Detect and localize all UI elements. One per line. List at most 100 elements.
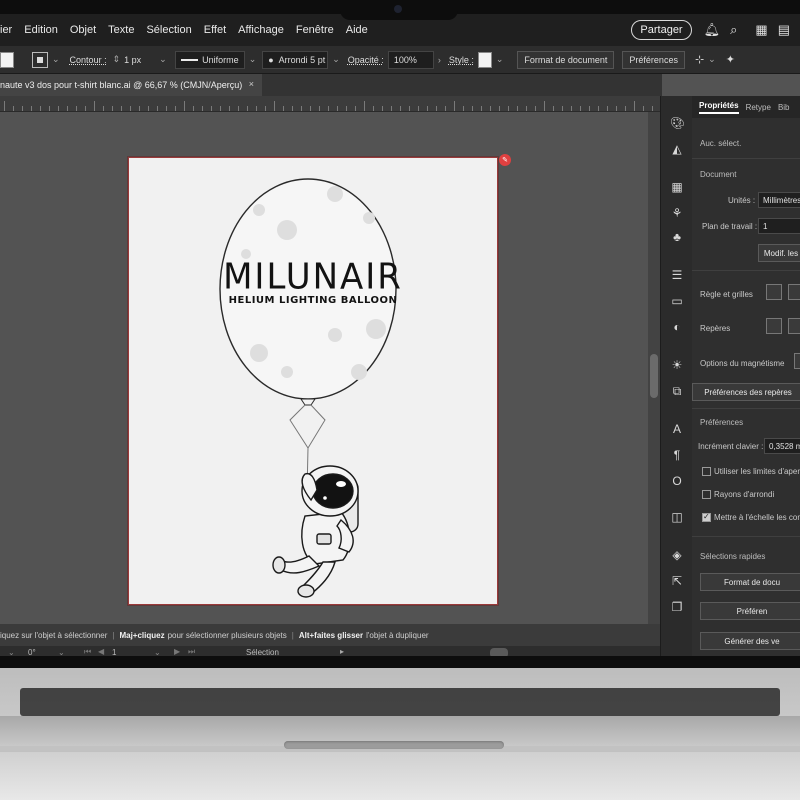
transform-icon[interactable]: ✦ (726, 53, 735, 66)
crater (277, 220, 297, 240)
search-icon[interactable]: ⌕ (730, 22, 737, 38)
snap-icon[interactable] (794, 353, 800, 369)
artboard[interactable]: MILUNAIR HELIUM LIGHTING BALLOON (128, 157, 498, 605)
stroke-width-value[interactable]: 1 px (124, 55, 141, 65)
character-icon[interactable]: A (670, 422, 684, 436)
units-select[interactable]: Millimètres (758, 192, 800, 208)
opacity-field[interactable]: 100% (387, 50, 434, 69)
pathfinder-icon[interactable]: ◫ (670, 510, 684, 524)
preview-bounds-checkbox[interactable] (702, 467, 711, 476)
balloon-string-right (307, 404, 326, 449)
stroke-swatch[interactable] (32, 51, 48, 68)
quick-generate-button[interactable]: Générer des ve (700, 632, 800, 650)
arrange-icon[interactable]: ▤ (778, 22, 790, 38)
rotation-dropdown-icon[interactable]: ⌄ (8, 648, 15, 656)
rounded-corners-checkbox[interactable] (702, 490, 711, 499)
close-icon[interactable]: × (249, 79, 254, 89)
gradient-icon[interactable]: ◭ (670, 142, 684, 156)
stroke-panel-icon[interactable]: ☰ (670, 268, 684, 282)
lock-guides-icon[interactable] (788, 318, 800, 334)
previous-artboard-icon[interactable]: ◀ (98, 647, 104, 656)
last-artboard-icon[interactable]: ⏭ (188, 647, 195, 656)
symbols-icon[interactable]: ♣ (670, 230, 684, 244)
opacity-arrow-icon[interactable]: › (438, 55, 441, 65)
menu-view[interactable]: Affichage (238, 24, 284, 36)
align-icon[interactable]: ⊹ (695, 53, 704, 66)
preferences-button[interactable]: Préférences (622, 50, 685, 69)
artboard-field[interactable]: 1 (758, 218, 800, 234)
tool-menu-arrow-icon[interactable]: ▸ (340, 647, 344, 656)
horizontal-ruler[interactable] (0, 96, 660, 112)
horizontal-scroll-thumb[interactable] (490, 648, 508, 656)
quick-preferences-button[interactable]: Préféren (700, 602, 800, 620)
color-palette-icon[interactable]: 🎨︎ (670, 116, 685, 130)
artboard-number[interactable]: 1 (112, 648, 116, 656)
grid-icon[interactable] (788, 284, 800, 300)
fill-swatch[interactable] (0, 51, 14, 68)
opentype-icon[interactable]: O (670, 474, 684, 488)
astronaut-boot-left (272, 556, 286, 574)
artboard-dropdown-icon[interactable]: ⌄ (154, 648, 161, 656)
show-guides-icon[interactable] (766, 318, 782, 334)
ruler-tick (544, 101, 545, 111)
document-setup-button[interactable]: Format de document (517, 50, 615, 69)
canvas[interactable]: MILUNAIR HELIUM LIGHTING BALLOON ✎ (0, 112, 660, 624)
style-label[interactable]: Style : (449, 55, 474, 65)
align-dropdown-icon[interactable]: ⌄ (708, 54, 716, 65)
gradient-panel-icon[interactable]: ▭ (670, 294, 684, 308)
opacity-label[interactable]: Opacité : (348, 55, 384, 65)
rotation-value[interactable]: 0° (28, 648, 36, 656)
document-tab[interactable]: naute v3 dos pour t-shirt blanc.ai @ 66,… (0, 74, 262, 96)
graphic-styles-icon[interactable]: ⧉ (670, 384, 684, 398)
notification-icon[interactable]: 🔔︎ (704, 22, 721, 38)
menu-file[interactable]: ier (0, 24, 12, 36)
menu-effect[interactable]: Effet (204, 24, 226, 36)
astronaut-boot-right (297, 584, 315, 598)
brushes-icon[interactable]: ⚘ (670, 206, 684, 220)
paragraph-icon[interactable]: ¶ (670, 448, 684, 462)
vertical-scroll-thumb[interactable] (650, 354, 658, 398)
stroke-swatch-dropdown-icon[interactable]: ⌄ (52, 54, 60, 65)
visor-dot (323, 496, 327, 500)
menu-select[interactable]: Sélection (146, 24, 191, 36)
menu-window[interactable]: Fenêtre (296, 24, 334, 36)
quick-document-setup-button[interactable]: Format de docu (700, 573, 800, 591)
menu-object[interactable]: Objet (70, 24, 96, 36)
artboards-icon[interactable]: ❐ (670, 600, 684, 614)
menu-edit[interactable]: Edition (24, 24, 58, 36)
artboard-pin-icon[interactable]: ✎ (499, 154, 511, 166)
scale-strokes-checkbox[interactable] (702, 512, 711, 522)
stroke-profile-select[interactable]: Uniforme (174, 50, 245, 69)
camera-icon (394, 5, 402, 13)
tab-libraries[interactable]: Bib (778, 103, 790, 112)
rulers-icon[interactable] (766, 284, 782, 300)
swatches-icon[interactable]: ▦ (670, 180, 684, 194)
menu-type[interactable]: Texte (108, 24, 134, 36)
style-swatch[interactable] (477, 51, 492, 68)
workspace-icon[interactable]: ▦ (755, 22, 767, 38)
tab-retype[interactable]: Retype (746, 103, 771, 112)
share-button[interactable]: Partager (631, 20, 692, 40)
layers-icon[interactable]: ◈ (670, 548, 684, 562)
brush-dropdown-icon[interactable]: ⌄ (332, 54, 340, 65)
stroke-label[interactable]: Contour : (70, 55, 107, 65)
rotation-dropdown-icon-2[interactable]: ⌄ (58, 648, 65, 656)
appearance-icon[interactable]: ☀ (670, 358, 684, 372)
ruler-tick (562, 106, 563, 111)
ruler-tick (445, 106, 446, 111)
tab-properties[interactable]: Propriétés (699, 101, 739, 114)
brush-select[interactable]: ● Arrondi 5 pt (262, 50, 329, 69)
first-artboard-icon[interactable]: ⏮ (84, 647, 91, 656)
edit-artboards-button[interactable]: Modif. les (758, 244, 800, 262)
vertical-scrollbar[interactable] (648, 112, 660, 624)
stroke-width-dropdown-icon[interactable]: ⌄ (159, 54, 167, 65)
guide-preferences-button[interactable]: Préférences des repères (692, 383, 800, 401)
export-icon[interactable]: ⇱ (670, 574, 684, 588)
keyboard-increment-field[interactable]: 0,3528 mi (764, 438, 800, 454)
next-artboard-icon[interactable]: ▶ (174, 647, 180, 656)
style-dropdown-icon[interactable]: ⌄ (496, 54, 504, 65)
stroke-stepper-icon[interactable]: ⇕ (113, 54, 121, 65)
menu-help[interactable]: Aide (346, 24, 368, 36)
stroke-profile-dropdown-icon[interactable]: ⌄ (249, 54, 257, 65)
transparency-icon[interactable]: ◐ (670, 320, 684, 334)
